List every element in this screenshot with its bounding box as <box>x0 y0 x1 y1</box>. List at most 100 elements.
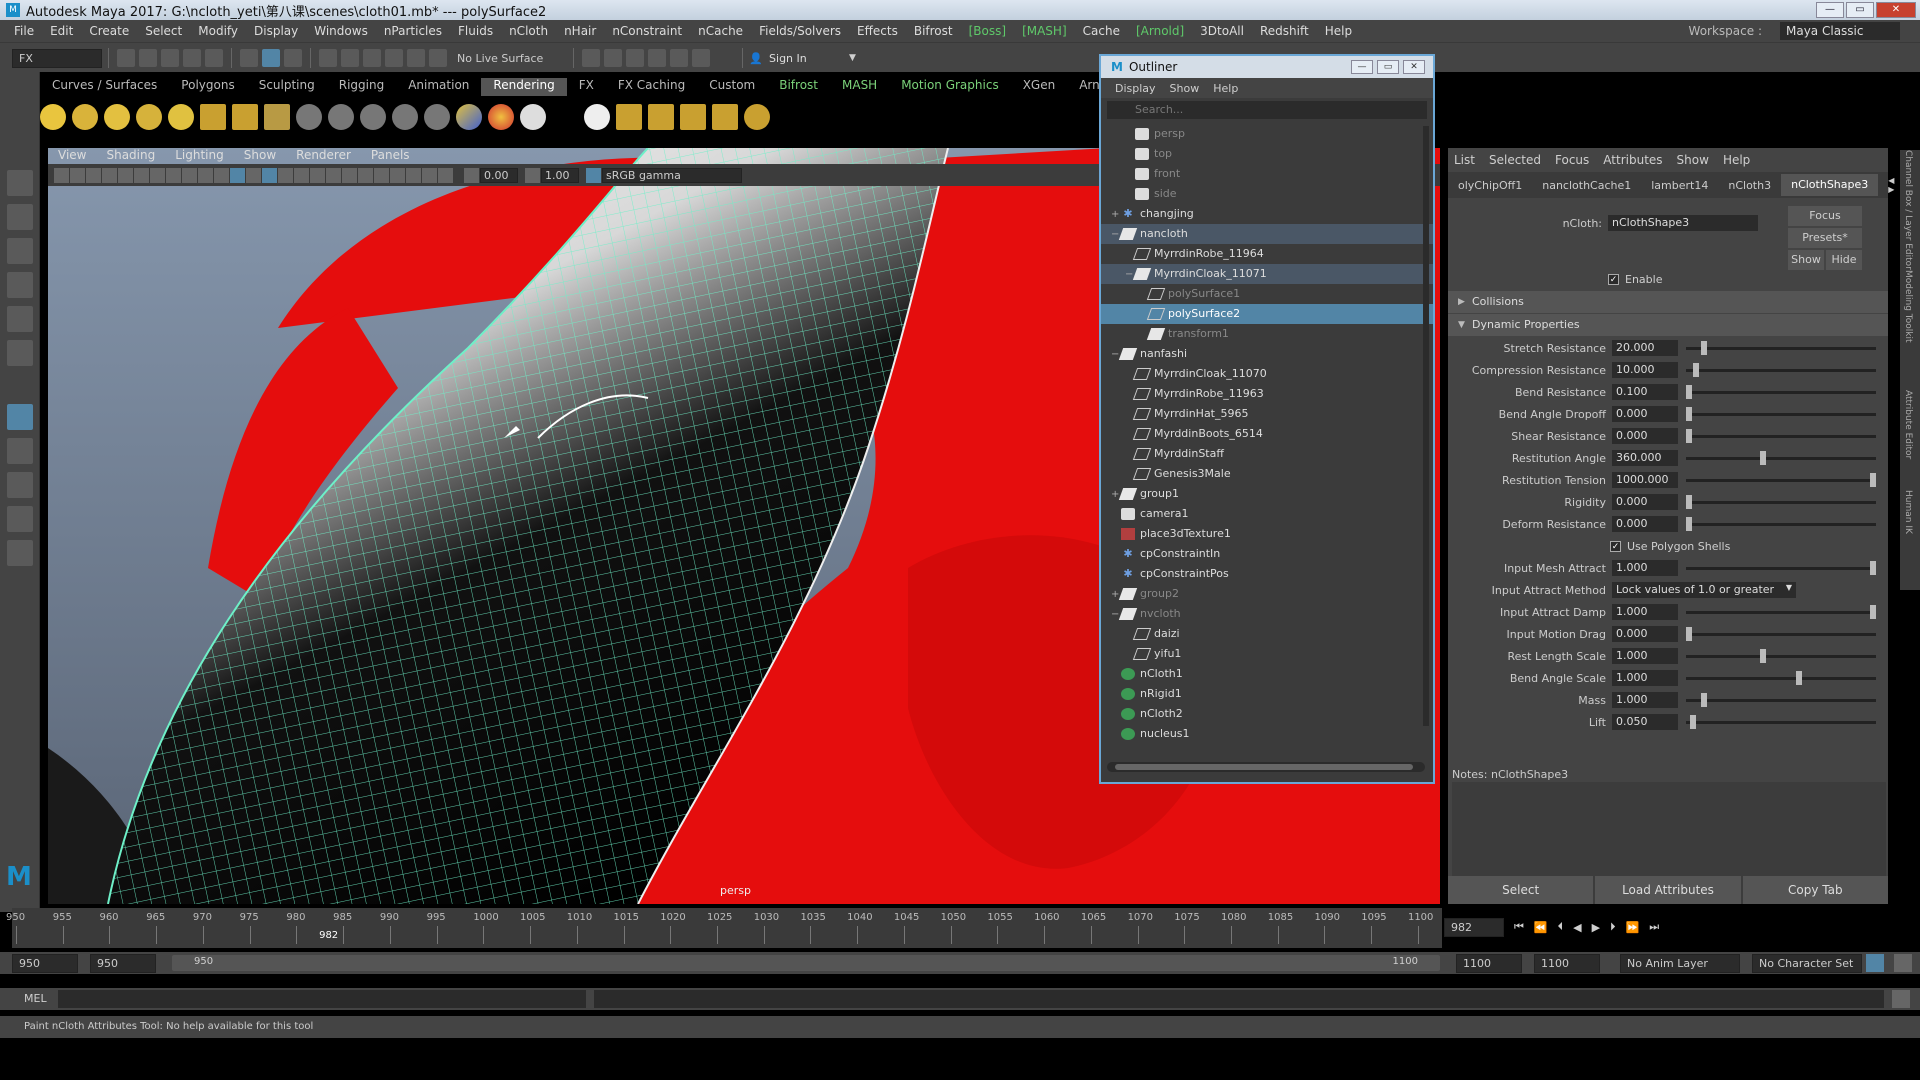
outliner-menu-item[interactable]: Show <box>1170 82 1200 95</box>
light-link-icon[interactable] <box>264 104 290 130</box>
attribute-value-field[interactable]: 0.000 <box>1612 494 1678 510</box>
color-management-icon[interactable] <box>586 167 601 183</box>
shelf-tab[interactable]: Motion Graphics <box>889 78 1011 96</box>
anim-layer-dropdown[interactable]: No Anim Layer <box>1620 954 1740 973</box>
outliner-item[interactable]: MyrrdinHat_5965 <box>1101 404 1433 424</box>
xray-icon[interactable] <box>406 167 421 183</box>
sphere-shader-4-icon[interactable] <box>392 104 418 130</box>
menu-item[interactable]: Effects <box>849 24 906 38</box>
step-back-frame-icon[interactable]: ⏴ <box>1558 920 1564 934</box>
outliner-item[interactable]: − nancloth <box>1101 224 1433 244</box>
exposure-icon[interactable] <box>464 167 479 183</box>
attribute-slider[interactable] <box>1686 560 1876 575</box>
step-forward-key-icon[interactable]: ⏩ <box>1626 921 1640 934</box>
shelf-tab[interactable]: Sculpting <box>247 78 327 96</box>
side-tab[interactable]: Attribute Editor <box>1903 390 1913 459</box>
viewport-menu-item[interactable]: Shading <box>96 148 165 164</box>
workspace-dropdown[interactable]: Maya Classic <box>1780 22 1900 40</box>
attribute-slider[interactable] <box>1686 384 1876 399</box>
playback-end-field[interactable]: 1100 <box>1456 954 1522 973</box>
attribute-value-field[interactable]: 0.000 <box>1612 516 1678 532</box>
attribute-slider[interactable] <box>1686 406 1876 421</box>
snap-point-icon[interactable] <box>363 49 381 67</box>
render-frame-icon[interactable] <box>582 49 601 67</box>
viewport-menu-item[interactable]: Lighting <box>165 148 234 164</box>
shadows-icon[interactable] <box>310 167 325 183</box>
attribute-tab[interactable]: nCloth3 <box>1718 179 1781 192</box>
slider-handle[interactable] <box>1759 450 1766 465</box>
outliner-menu-item[interactable]: Help <box>1213 82 1238 95</box>
play-forwards-icon[interactable]: ▶ <box>1592 921 1600 934</box>
outliner-item[interactable]: MyrrdinRobe_11964 <box>1101 244 1433 264</box>
input-attract-method-dropdown[interactable]: Lock values of 1.0 or greater ▼ <box>1612 582 1796 598</box>
shelf-tab[interactable]: Custom <box>697 78 767 96</box>
xray-joints-icon[interactable] <box>422 167 437 183</box>
attribute-slider[interactable] <box>1686 626 1876 641</box>
anti-aliasing-icon[interactable] <box>358 167 373 183</box>
attribute-menu-item[interactable]: List <box>1454 153 1475 167</box>
motion-blur-icon[interactable] <box>342 167 357 183</box>
menu-item[interactable]: Redshift <box>1252 24 1317 38</box>
wireframe-icon[interactable] <box>230 167 245 183</box>
outliner-search-input[interactable]: Search... <box>1107 101 1427 119</box>
maximize-button[interactable]: ▭ <box>1846 2 1874 18</box>
snap-surface-icon[interactable] <box>407 49 425 67</box>
menu-item[interactable]: nHair <box>556 24 604 38</box>
attribute-menu-item[interactable]: Help <box>1723 153 1750 167</box>
mel-label[interactable]: MEL <box>24 992 47 1005</box>
auto-key-icon[interactable] <box>1866 954 1884 972</box>
slider-handle[interactable] <box>1700 340 1707 355</box>
outliner-item[interactable]: polySurface1 <box>1101 284 1433 304</box>
menu-item[interactable]: Create <box>81 24 137 38</box>
shelf-tab[interactable]: Rendering <box>481 78 567 96</box>
point-light-icon[interactable] <box>40 104 66 130</box>
rotate-tool-icon[interactable] <box>7 306 33 332</box>
attribute-menu-item[interactable]: Show <box>1677 153 1709 167</box>
textures-icon[interactable] <box>278 167 293 183</box>
shelf-tab[interactable]: FX Caching <box>606 78 697 96</box>
menu-item[interactable]: Edit <box>42 24 81 38</box>
scale-tool-icon[interactable] <box>7 340 33 366</box>
outliner-titlebar[interactable]: M Outliner — ▭ ✕ <box>1101 56 1433 78</box>
attribute-slider[interactable] <box>1686 604 1876 619</box>
outliner-close-button[interactable]: ✕ <box>1403 60 1425 74</box>
attribute-value-field[interactable]: 1.000 <box>1612 560 1678 576</box>
slider-handle[interactable] <box>1870 472 1876 487</box>
outliner-item[interactable]: persp <box>1101 124 1433 144</box>
slider-handle[interactable] <box>1700 692 1707 707</box>
use-polygon-shells-checkbox[interactable]: ✓ <box>1610 540 1621 552</box>
image-plane-icon[interactable] <box>102 167 117 183</box>
menu-item[interactable]: Help <box>1317 24 1360 38</box>
expand-toggle-icon[interactable]: + <box>1111 205 1121 225</box>
undo-icon[interactable] <box>183 49 201 67</box>
attribute-tab[interactable]: nanclothCache1 <box>1532 179 1641 192</box>
range-bar[interactable]: 950 1100 <box>172 955 1440 971</box>
film-gate-icon[interactable] <box>134 167 149 183</box>
outliner-item[interactable]: front <box>1101 164 1433 184</box>
outliner-maximize-button[interactable]: ▭ <box>1377 60 1399 74</box>
ipr-icon[interactable] <box>744 104 770 130</box>
collisions-section[interactable]: Collisions <box>1448 291 1888 313</box>
white-shader-icon[interactable] <box>520 104 546 130</box>
black-shader-icon[interactable] <box>552 104 578 130</box>
grid-icon[interactable] <box>118 167 133 183</box>
go-to-start-icon[interactable]: ⏮ <box>1514 920 1524 934</box>
two-view-layout-icon[interactable] <box>7 506 33 532</box>
pause-render-icon[interactable] <box>692 49 711 67</box>
shelf-tab[interactable]: Rigging <box>327 78 396 96</box>
new-scene-icon[interactable] <box>117 49 135 67</box>
menu-item[interactable]: [Boss] <box>961 24 1014 38</box>
snap-view-icon[interactable] <box>385 49 403 67</box>
dynamic-properties-section[interactable]: Dynamic Properties <box>1448 314 1888 336</box>
node-name-field[interactable]: nClothShape3 <box>1608 215 1758 231</box>
attribute-value-field[interactable]: 0.000 <box>1612 406 1678 422</box>
attribute-menu-item[interactable]: Attributes <box>1603 153 1662 167</box>
menu-item[interactable]: 3DtoAll <box>1192 24 1252 38</box>
outliner-item[interactable]: yifu1 <box>1101 644 1433 664</box>
shelf-tab[interactable]: Polygons <box>169 78 246 96</box>
shelf-tab[interactable]: MASH <box>830 78 889 96</box>
wireframe-on-shaded-icon[interactable] <box>262 167 277 183</box>
magnet-icon[interactable] <box>429 49 447 67</box>
attribute-value-field[interactable]: 0.100 <box>1612 384 1678 400</box>
redo-icon[interactable] <box>205 49 223 67</box>
